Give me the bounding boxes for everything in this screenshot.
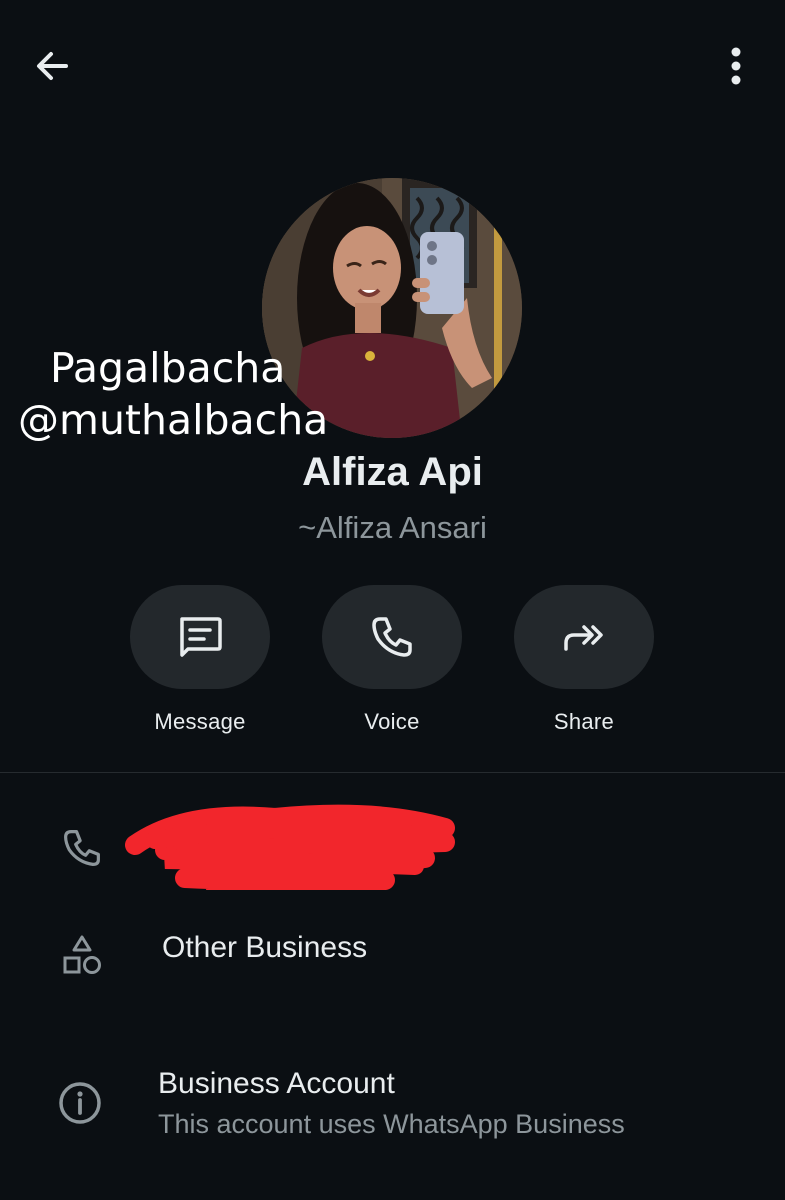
phone-row-icon bbox=[58, 824, 106, 872]
voice-label: Voice bbox=[364, 709, 420, 734]
business-category: Other Business bbox=[162, 931, 368, 964]
watermark-line-1: Pagalbacha bbox=[50, 344, 286, 392]
phone-icon bbox=[372, 617, 412, 657]
message-label: Message bbox=[154, 709, 246, 734]
watermark-text: Pagalbacha @muthalbacha bbox=[0, 342, 380, 446]
shapes-icon bbox=[63, 935, 101, 974]
action-buttons: Message Voice Share bbox=[0, 585, 785, 745]
back-button[interactable] bbox=[28, 42, 76, 90]
share-button[interactable] bbox=[514, 585, 654, 689]
section-divider bbox=[0, 772, 785, 773]
voice-action: Voice bbox=[322, 585, 462, 735]
phone-icon bbox=[64, 830, 100, 866]
category-icon-wrap bbox=[58, 931, 106, 979]
more-vertical-icon bbox=[731, 47, 741, 85]
share-action: Share bbox=[514, 585, 654, 735]
contact-push-name: ~Alfiza Ansari bbox=[298, 510, 487, 545]
info-icon bbox=[59, 1082, 101, 1124]
more-options-button[interactable] bbox=[712, 40, 760, 92]
arrow-left-icon bbox=[37, 52, 68, 80]
voice-call-button[interactable] bbox=[322, 585, 462, 689]
info-icon-wrap bbox=[56, 1079, 104, 1127]
contact-name: Alfiza Api bbox=[302, 450, 483, 494]
share-label: Share bbox=[553, 709, 615, 734]
phone-number-row[interactable] bbox=[0, 800, 785, 900]
top-bar bbox=[0, 0, 785, 130]
message-icon bbox=[180, 617, 222, 657]
message-action: Message bbox=[130, 585, 270, 735]
message-button[interactable] bbox=[130, 585, 270, 689]
business-category-row[interactable]: Other Business bbox=[0, 915, 785, 995]
business-account-row[interactable]: Business Account This account uses Whats… bbox=[0, 1055, 785, 1165]
watermark-line-2: @muthalbacha bbox=[18, 396, 329, 444]
business-account-subtitle: This account uses WhatsApp Business bbox=[158, 1109, 625, 1139]
redacted-phone-number bbox=[125, 804, 455, 890]
business-account-title: Business Account bbox=[158, 1067, 395, 1100]
share-icon bbox=[564, 625, 603, 651]
